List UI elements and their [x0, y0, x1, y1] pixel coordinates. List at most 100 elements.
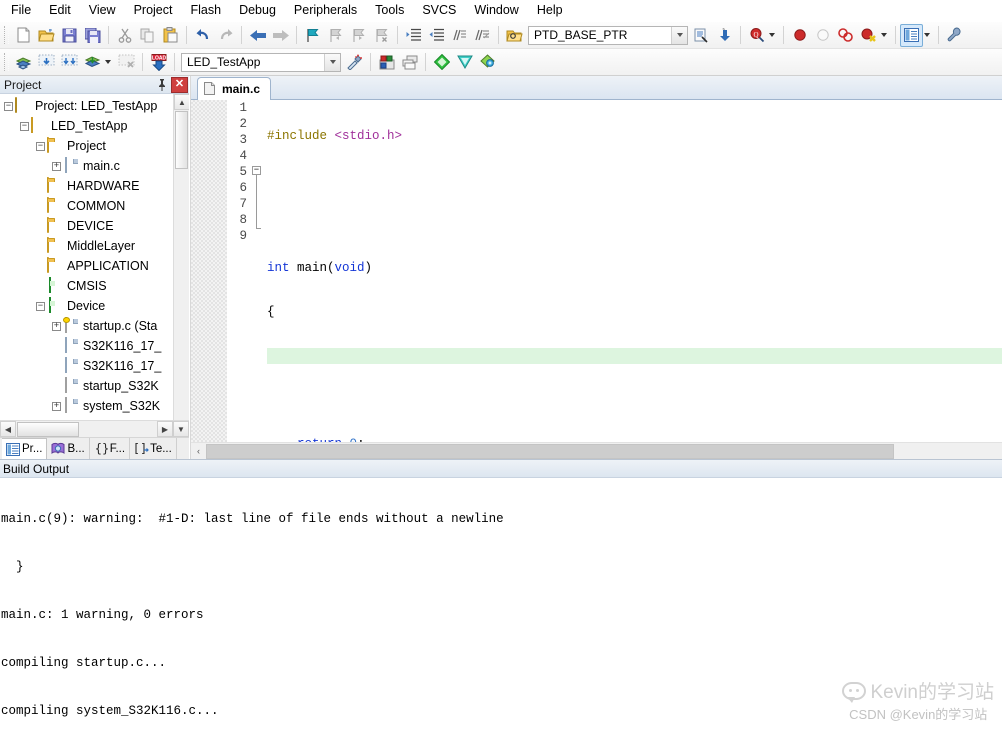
tree-node-group-application[interactable]: APPLICATION — [0, 256, 173, 276]
code-area[interactable]: 1 2 3 4 5 6 7 8 9 − #include <stdio.h> i… — [191, 100, 1002, 442]
tree-node-cmsis[interactable]: CMSIS — [0, 276, 173, 296]
project-tree-vscrollbar[interactable]: ▲ — [173, 94, 189, 420]
menu-flash[interactable]: Flash — [181, 0, 230, 21]
navigate-forward-icon[interactable] — [269, 24, 292, 47]
target-combo-dropdown[interactable] — [324, 53, 340, 71]
disable-breakpoint-icon[interactable] — [811, 24, 834, 47]
target-options-icon[interactable] — [343, 51, 366, 74]
expander-icon[interactable]: − — [36, 141, 45, 151]
target-combo[interactable]: LED_TestApp — [181, 52, 341, 72]
bookmark-toggle-icon[interactable] — [301, 24, 324, 47]
disable-all-breakpoints-icon[interactable] — [857, 24, 880, 47]
vscroll-thumb[interactable] — [175, 111, 188, 169]
scroll-down-icon[interactable]: ▼ — [173, 421, 189, 437]
build-output-text[interactable]: main.c(9): warning: #1-D: last line of f… — [0, 478, 1002, 741]
symbol-combo-dropdown[interactable] — [671, 26, 687, 44]
tab-books[interactable]: B... — [47, 438, 90, 459]
expander-icon[interactable]: − — [36, 301, 45, 311]
outdent-icon[interactable] — [425, 24, 448, 47]
batch-build-caret[interactable] — [105, 60, 111, 64]
insert-breakpoint-icon[interactable] — [788, 24, 811, 47]
rebuild-all-icon[interactable] — [58, 51, 81, 74]
tree-node-project-root[interactable]: − Project: LED_TestApp — [0, 96, 173, 116]
menu-window[interactable]: Window — [465, 0, 527, 21]
menu-project[interactable]: Project — [125, 0, 182, 21]
manage-windows-caret[interactable] — [924, 33, 930, 37]
manage-windows-icon[interactable] — [900, 23, 923, 47]
find-icon[interactable]: Q — [745, 24, 768, 47]
tree-node-group-hardware[interactable]: HARDWARE — [0, 176, 173, 196]
build-target-icon[interactable] — [35, 51, 58, 74]
hscroll-thumb[interactable] — [17, 421, 79, 437]
menu-file[interactable]: File — [2, 0, 40, 21]
tree-node-s32k116-header-2[interactable]: S32K116_17_ — [0, 356, 173, 376]
cut-icon[interactable] — [113, 24, 136, 47]
copy-icon[interactable] — [136, 24, 159, 47]
indent-icon[interactable] — [402, 24, 425, 47]
editor-tab-main-c[interactable]: main.c — [197, 77, 272, 100]
open-symbol-browser-icon[interactable] — [503, 24, 526, 47]
close-icon[interactable]: ✕ — [171, 76, 188, 93]
scroll-left-icon[interactable]: ‹ — [191, 444, 206, 459]
redo-icon[interactable] — [214, 24, 237, 47]
project-tree-hscrollbar[interactable]: ◀ ▶ ▼ — [0, 420, 189, 437]
goto-definition-icon[interactable] — [713, 24, 736, 47]
kill-all-breakpoints-icon[interactable] — [834, 24, 857, 47]
tree-node-group-common[interactable]: COMMON — [0, 196, 173, 216]
tab-project[interactable]: Pr... — [2, 438, 48, 459]
download-icon[interactable]: LOAD — [147, 51, 170, 74]
tree-node-system-s32k[interactable]: + system_S32K — [0, 396, 173, 416]
tree-node-startup-s32k[interactable]: startup_S32K — [0, 376, 173, 396]
scroll-up-icon[interactable]: ▲ — [174, 94, 189, 110]
scroll-right-icon[interactable]: ▶ — [157, 421, 173, 437]
toolbar-grip[interactable] — [4, 26, 9, 44]
navigate-back-icon[interactable] — [246, 24, 269, 47]
tree-node-group-project[interactable]: − Project — [0, 136, 173, 156]
uncomment-icon[interactable] — [471, 24, 494, 47]
tree-node-group-device[interactable]: DEVICE — [0, 216, 173, 236]
manage-project-items-icon[interactable] — [375, 51, 398, 74]
pin-icon[interactable] — [153, 77, 170, 93]
editor-hscroll-thumb[interactable] — [206, 443, 894, 459]
tree-node-device-component[interactable]: − Device — [0, 296, 173, 316]
tree-node-target[interactable]: − LED_TestApp — [0, 116, 173, 136]
new-file-icon[interactable] — [12, 24, 35, 47]
menu-view[interactable]: View — [80, 0, 125, 21]
find-in-files-icon[interactable] — [690, 24, 713, 47]
symbol-combo[interactable]: PTD_BASE_PTR — [528, 25, 688, 45]
packs-teal-icon[interactable] — [453, 51, 476, 74]
menu-tools[interactable]: Tools — [366, 0, 413, 21]
menu-help[interactable]: Help — [528, 0, 572, 21]
paste-icon[interactable] — [159, 24, 182, 47]
batch-build-icon[interactable] — [81, 51, 104, 74]
expander-icon[interactable]: + — [52, 321, 61, 331]
tab-templates[interactable]: [] Te... — [130, 438, 177, 459]
menu-edit[interactable]: Edit — [40, 0, 80, 21]
menu-debug[interactable]: Debug — [230, 0, 285, 21]
bookmark-prev-icon[interactable] — [324, 24, 347, 47]
breakpoint-gutter[interactable] — [191, 100, 227, 442]
expander-icon[interactable]: − — [20, 121, 29, 131]
scroll-left-icon[interactable]: ◀ — [0, 421, 16, 437]
multi-project-icon[interactable] — [398, 51, 421, 74]
undo-icon[interactable] — [191, 24, 214, 47]
tab-functions[interactable]: {} F... — [90, 438, 131, 459]
tree-node-startup-c[interactable]: + startup.c (Sta — [0, 316, 173, 336]
translate-file-icon[interactable] — [12, 51, 35, 74]
tree-node-group-middlelayer[interactable]: MiddleLayer — [0, 236, 173, 256]
menu-peripherals[interactable]: Peripherals — [285, 0, 366, 21]
packs-green-icon[interactable] — [430, 51, 453, 74]
comment-icon[interactable] — [448, 24, 471, 47]
save-icon[interactable] — [58, 24, 81, 47]
expander-icon[interactable]: + — [52, 161, 61, 171]
code-text[interactable]: #include <stdio.h> int main(void) { retu… — [263, 100, 1002, 442]
menu-svcs[interactable]: SVCS — [413, 0, 465, 21]
toolbar-grip[interactable] — [4, 53, 9, 71]
packs-installer-icon[interactable] — [476, 51, 499, 74]
tree-node-s32k116-header-1[interactable]: S32K116_17_ — [0, 336, 173, 356]
editor-hscrollbar[interactable]: ‹ — [191, 442, 1002, 459]
expander-icon[interactable]: − — [4, 101, 13, 111]
hscroll-track[interactable] — [80, 422, 157, 437]
expander-icon[interactable]: + — [52, 401, 61, 411]
find-dropdown-caret[interactable] — [769, 33, 775, 37]
